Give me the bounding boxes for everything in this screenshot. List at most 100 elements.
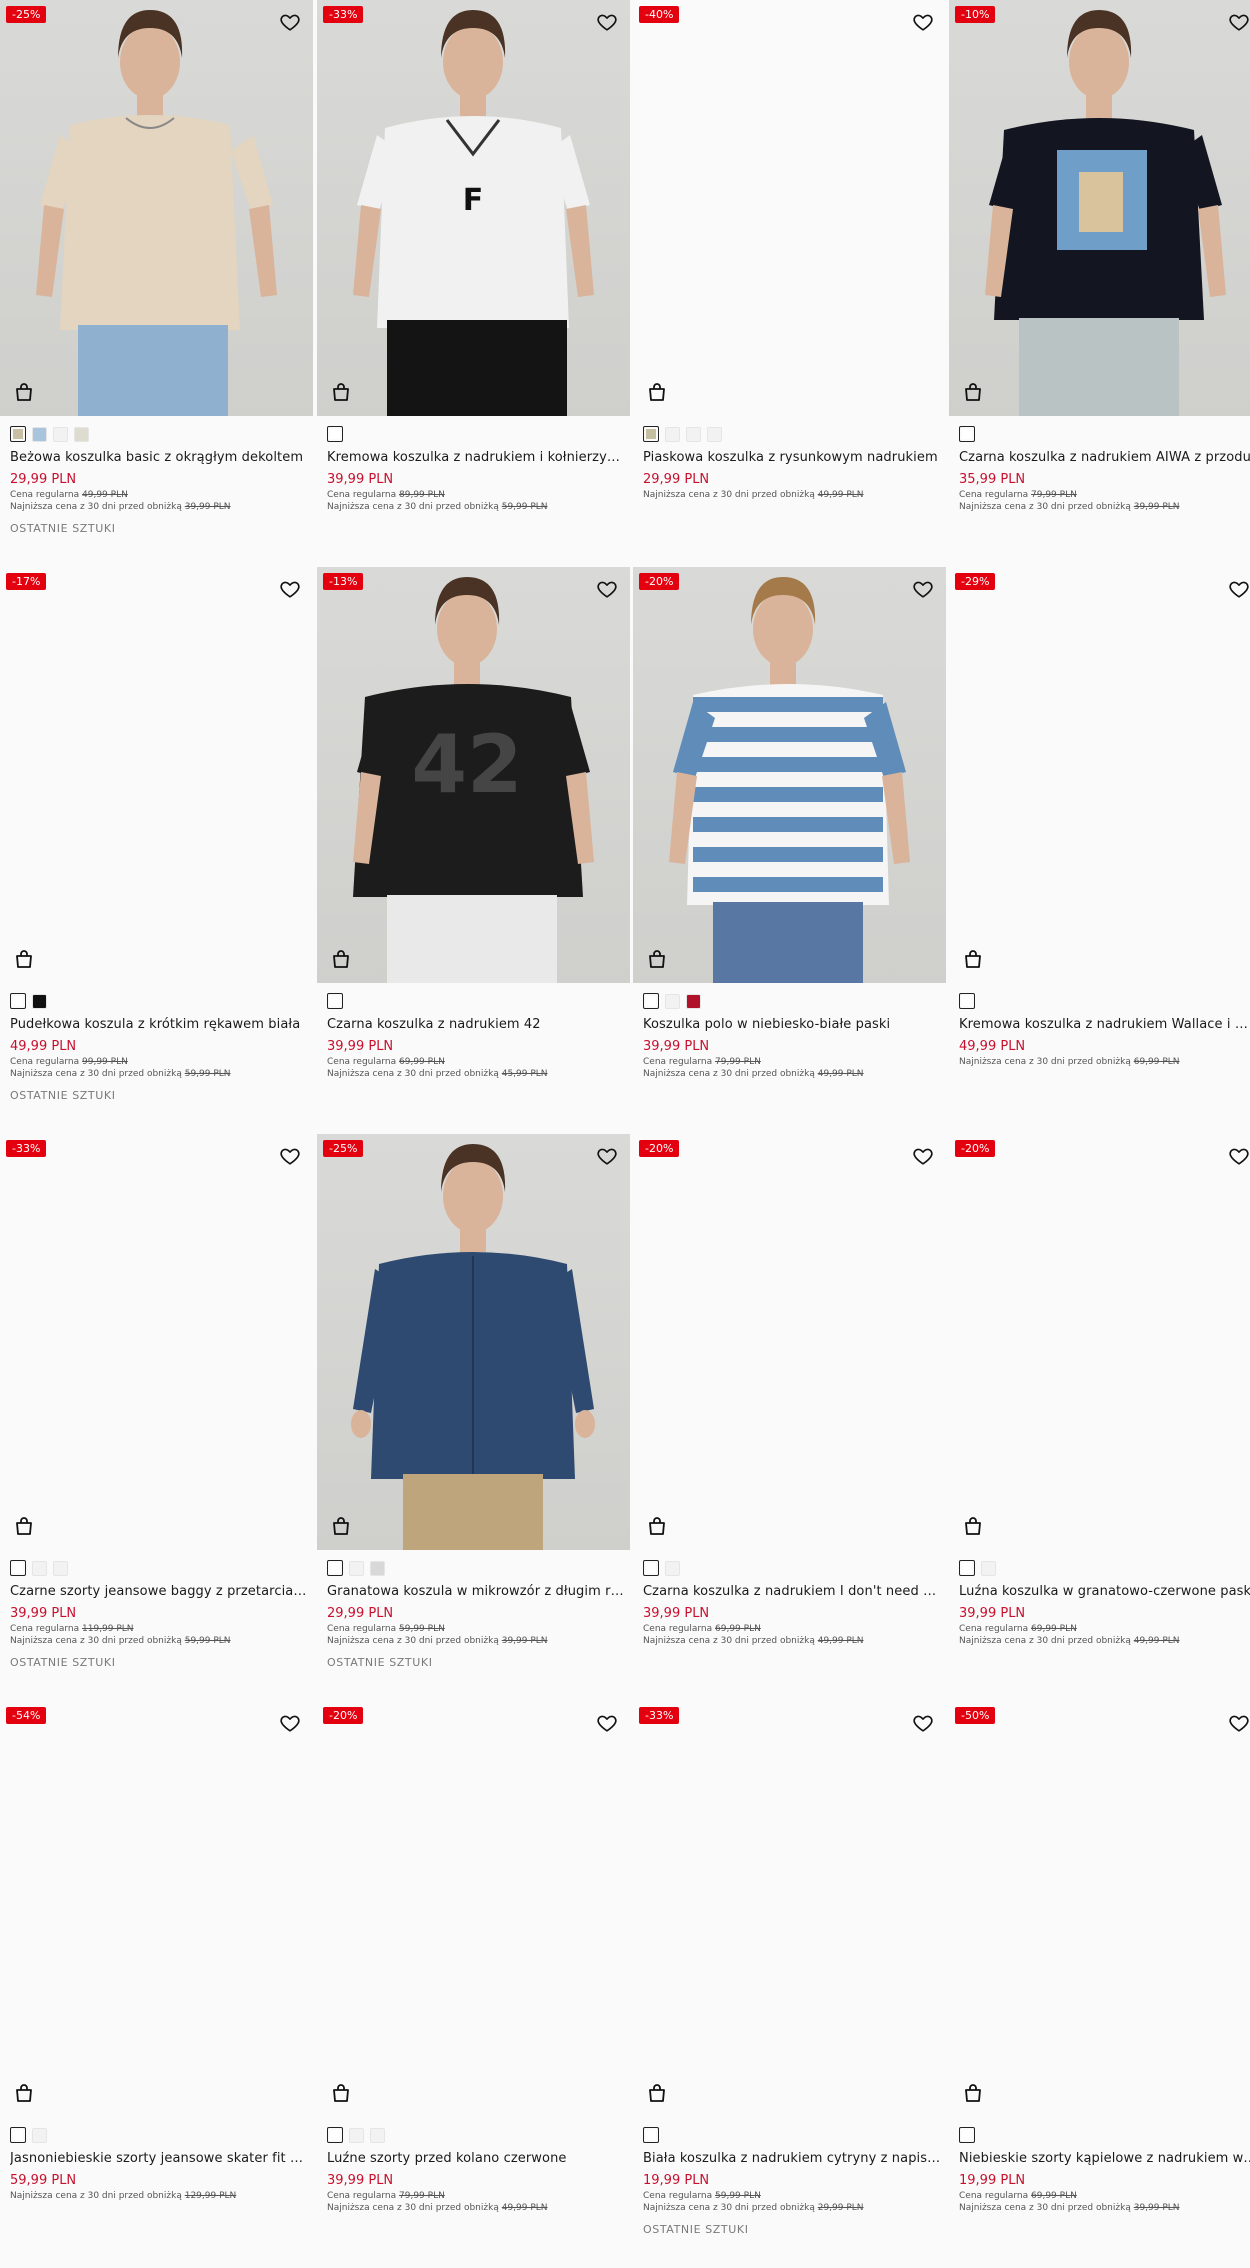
shopping-bag-icon[interactable] — [645, 947, 669, 971]
color-swatch[interactable] — [327, 993, 343, 1009]
heart-icon[interactable] — [912, 1712, 934, 1734]
heart-icon[interactable] — [1228, 578, 1250, 600]
color-swatch[interactable] — [665, 426, 680, 442]
heart-icon[interactable] — [1228, 1145, 1250, 1167]
product-image[interactable]: -20% — [633, 567, 946, 983]
product-image[interactable]: -33% — [0, 1134, 313, 1550]
shopping-bag-icon[interactable] — [12, 380, 36, 404]
product-image[interactable]: -25% — [317, 1134, 630, 1550]
product-name[interactable]: Luźna koszulka w granatowo-czerwone pask… — [959, 1584, 1250, 1599]
heart-icon[interactable] — [279, 1145, 301, 1167]
product-name[interactable]: Beżowa koszulka basic z okrągłym dekolte… — [10, 450, 308, 465]
product-card-6[interactable]: 42 -13% Czarna koszulka z nadrukiem 42 3… — [317, 567, 630, 1134]
product-name[interactable]: Czarne szorty jeansowe baggy z przetarci… — [10, 1584, 308, 1599]
product-name[interactable]: Luźne szorty przed kolano czerwone — [327, 2151, 625, 2166]
color-swatch[interactable] — [10, 426, 26, 442]
color-swatch[interactable] — [10, 993, 26, 1009]
product-name[interactable]: Czarna koszulka z nadrukiem I don't need… — [643, 1584, 941, 1599]
product-card-15[interactable]: -33% Biała koszulka z nadrukiem cytryny … — [633, 1701, 946, 2268]
shopping-bag-icon[interactable] — [12, 1514, 36, 1538]
product-name[interactable]: Koszulka polo w niebiesko-białe paski — [643, 1017, 941, 1032]
color-swatch[interactable] — [665, 1560, 680, 1576]
color-swatch[interactable] — [665, 993, 680, 1009]
heart-icon[interactable] — [279, 578, 301, 600]
color-swatch[interactable] — [53, 426, 68, 442]
shopping-bag-icon[interactable] — [329, 947, 353, 971]
shopping-bag-icon[interactable] — [645, 380, 669, 404]
color-swatch[interactable] — [32, 993, 47, 1009]
product-image[interactable]: -25% — [0, 0, 313, 416]
shopping-bag-icon[interactable] — [961, 1514, 985, 1538]
color-swatch[interactable] — [349, 1560, 364, 1576]
product-card-10[interactable]: -25% Granatowa koszula w mikrowzór z dłu… — [317, 1134, 630, 1701]
product-card-9[interactable]: -33% Czarne szorty jeansowe baggy z prze… — [0, 1134, 313, 1701]
shopping-bag-icon[interactable] — [12, 947, 36, 971]
product-image[interactable]: -54% — [0, 1701, 313, 2117]
product-name[interactable]: Biała koszulka z nadrukiem cytryny z nap… — [643, 2151, 941, 2166]
color-swatch[interactable] — [686, 993, 701, 1009]
product-card-4[interactable]: -10% Czarna koszulka z nadrukiem AIWA z … — [949, 0, 1250, 567]
product-name[interactable]: Kremowa koszulka z nadrukiem i kołnierzy… — [327, 450, 625, 465]
heart-icon[interactable] — [912, 578, 934, 600]
heart-icon[interactable] — [1228, 11, 1250, 33]
product-image[interactable]: -20% — [633, 1134, 946, 1550]
color-swatch[interactable] — [643, 426, 659, 442]
product-name[interactable]: Czarna koszulka z nadrukiem 42 — [327, 1017, 625, 1032]
color-swatch[interactable] — [10, 2127, 26, 2143]
heart-icon[interactable] — [596, 11, 618, 33]
color-swatch[interactable] — [32, 426, 47, 442]
color-swatch[interactable] — [643, 993, 659, 1009]
color-swatch[interactable] — [53, 1560, 68, 1576]
color-swatch[interactable] — [959, 1560, 975, 1576]
product-image[interactable]: F -33% — [317, 0, 630, 416]
product-image[interactable]: -17% — [0, 567, 313, 983]
color-swatch[interactable] — [327, 1560, 343, 1576]
color-swatch[interactable] — [643, 1560, 659, 1576]
color-swatch[interactable] — [32, 2127, 47, 2143]
product-image[interactable]: -33% — [633, 1701, 946, 2117]
heart-icon[interactable] — [279, 1712, 301, 1734]
heart-icon[interactable] — [596, 1712, 618, 1734]
product-image[interactable]: -40% — [633, 0, 946, 416]
heart-icon[interactable] — [912, 11, 934, 33]
color-swatch[interactable] — [643, 2127, 659, 2143]
product-card-12[interactable]: -20% Luźna koszulka w granatowo-czerwone… — [949, 1134, 1250, 1701]
product-image[interactable]: 42 -13% — [317, 567, 630, 983]
color-swatch[interactable] — [74, 426, 89, 442]
product-card-13[interactable]: -54% Jasnoniebieskie szorty jeansowe ska… — [0, 1701, 313, 2268]
product-card-2[interactable]: F -33% Kremowa koszulka z nadrukiem i ko… — [317, 0, 630, 567]
product-card-1[interactable]: -25% Beżowa koszulka basic z okrągłym de… — [0, 0, 313, 567]
color-swatch[interactable] — [959, 2127, 975, 2143]
shopping-bag-icon[interactable] — [12, 2081, 36, 2105]
color-swatch[interactable] — [349, 2127, 364, 2143]
product-card-8[interactable]: -29% Kremowa koszulka z nadrukiem Wallac… — [949, 567, 1250, 1134]
product-image[interactable]: -20% — [949, 1134, 1250, 1550]
product-image[interactable]: -10% — [949, 0, 1250, 416]
shopping-bag-icon[interactable] — [329, 1514, 353, 1538]
product-name[interactable]: Pudełkowa koszula z krótkim rękawem biał… — [10, 1017, 308, 1032]
shopping-bag-icon[interactable] — [961, 947, 985, 971]
shopping-bag-icon[interactable] — [329, 380, 353, 404]
color-swatch[interactable] — [370, 2127, 385, 2143]
shopping-bag-icon[interactable] — [961, 2081, 985, 2105]
product-card-11[interactable]: -20% Czarna koszulka z nadrukiem I don't… — [633, 1134, 946, 1701]
color-swatch[interactable] — [10, 1560, 26, 1576]
product-card-7[interactable]: -20% Koszulka polo w niebiesko-białe pas… — [633, 567, 946, 1134]
color-swatch[interactable] — [981, 1560, 996, 1576]
heart-icon[interactable] — [912, 1145, 934, 1167]
color-swatch[interactable] — [707, 426, 722, 442]
product-name[interactable]: Niebieskie szorty kąpielowe z nadrukiem … — [959, 2151, 1250, 2166]
product-card-5[interactable]: -17% Pudełkowa koszula z krótkim rękawem… — [0, 567, 313, 1134]
shopping-bag-icon[interactable] — [645, 1514, 669, 1538]
product-card-14[interactable]: -20% Luźne szorty przed kolano czerwone … — [317, 1701, 630, 2268]
product-name[interactable]: Granatowa koszula w mikrowzór z długim r… — [327, 1584, 625, 1599]
heart-icon[interactable] — [596, 1145, 618, 1167]
color-swatch[interactable] — [959, 993, 975, 1009]
color-swatch[interactable] — [32, 1560, 47, 1576]
heart-icon[interactable] — [596, 578, 618, 600]
color-swatch[interactable] — [327, 426, 343, 442]
shopping-bag-icon[interactable] — [645, 2081, 669, 2105]
color-swatch[interactable] — [370, 1560, 385, 1576]
product-image[interactable]: -20% — [317, 1701, 630, 2117]
product-card-16[interactable]: -50% Niebieskie szorty kąpielowe z nadru… — [949, 1701, 1250, 2268]
